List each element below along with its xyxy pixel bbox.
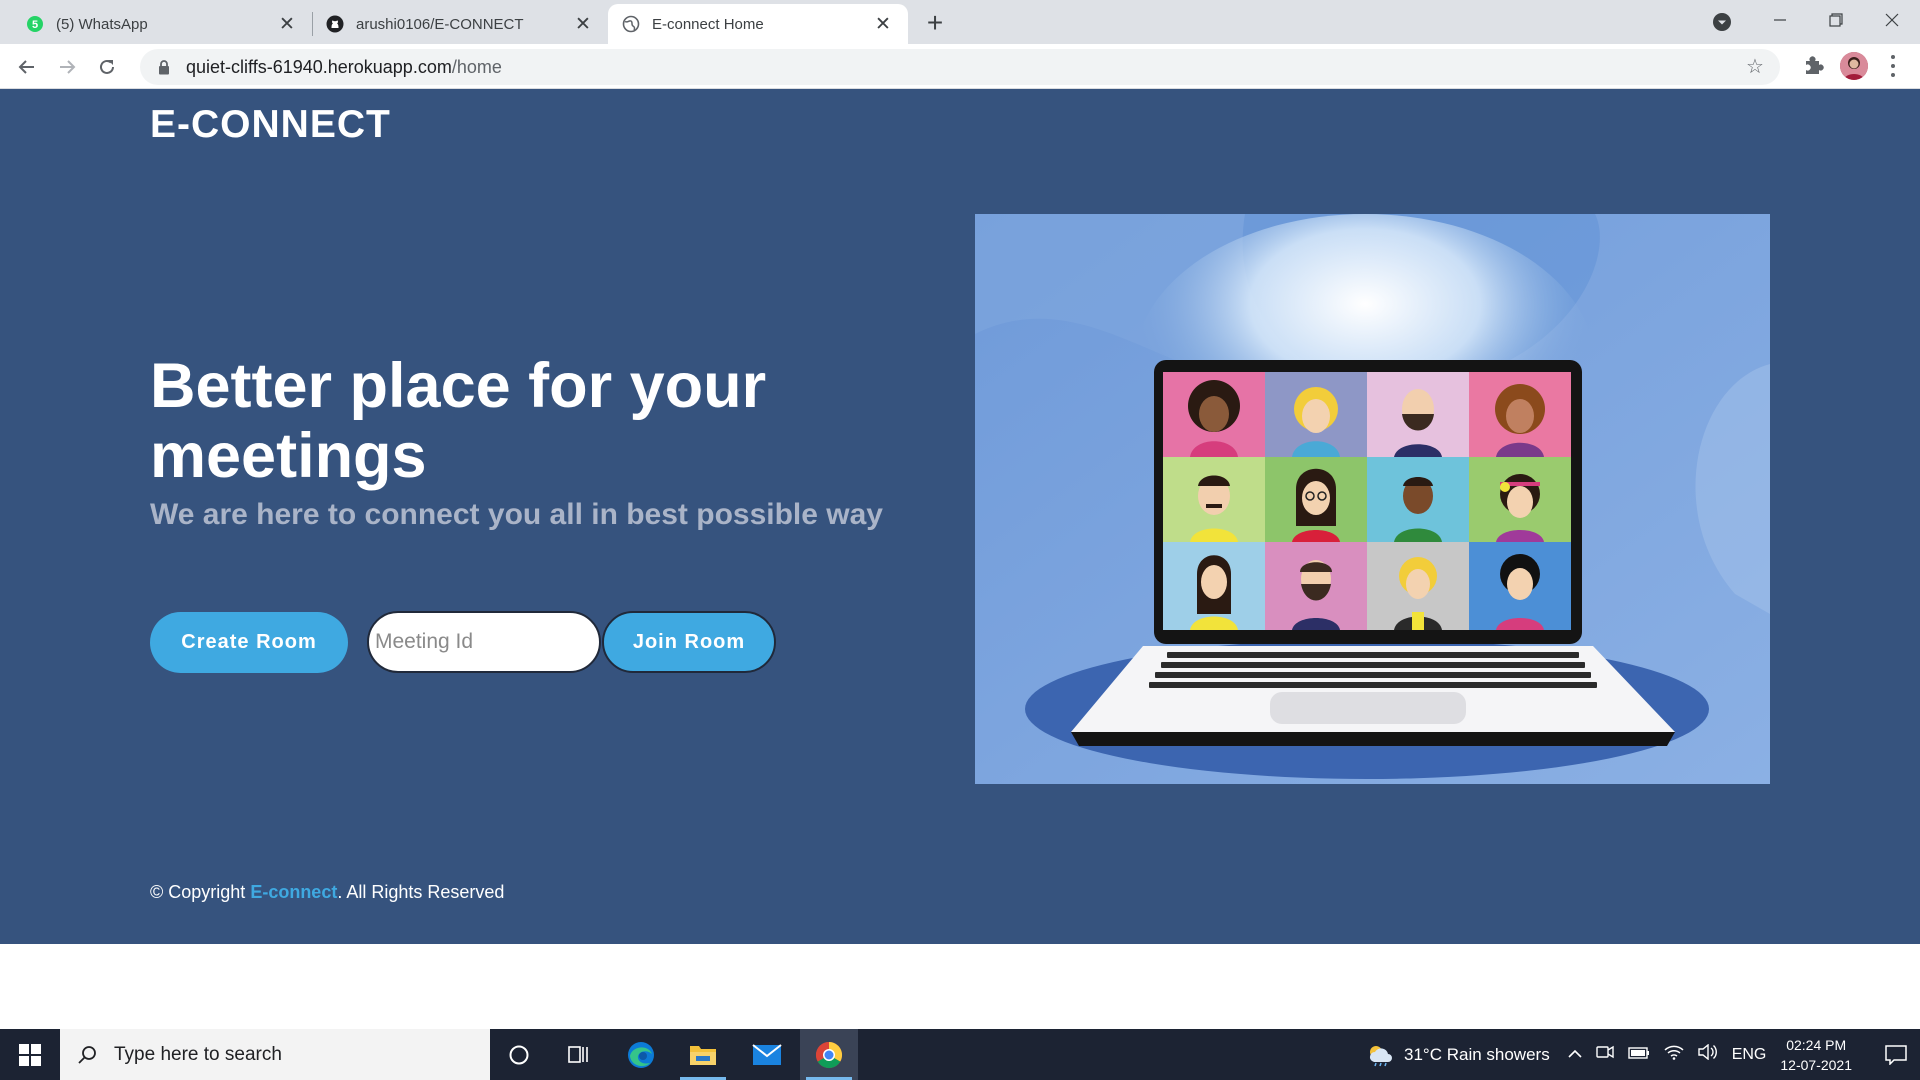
reload-icon[interactable] [92,52,122,82]
tab-title: arushi0106/E-CONNECT [356,15,524,33]
address-bar[interactable]: quiet-cliffs-61940.herokuapp.com/home ☆ [140,49,1780,85]
search-icon [76,1044,98,1066]
clock-time: 02:24 PM [1786,1036,1847,1053]
lock-icon[interactable] [154,57,174,77]
whatsapp-unread-badge: 5 [32,19,38,31]
copyright-footer: © Copyright E-connect. All Rights Reserv… [150,882,504,903]
tab-title: E-connect Home [652,15,764,33]
github-icon [326,15,344,33]
weather-text: 31°C Rain showers [1404,1044,1550,1064]
task-view-icon[interactable] [550,1029,608,1080]
close-tab-icon[interactable]: ✕ [572,13,594,35]
browser-tab-strip: 5 (5) WhatsApp ✕ arushi0106/E-CONNECT ✕ … [0,0,1920,44]
tray-icons: ENG [1568,1043,1767,1065]
close-tab-icon[interactable]: ✕ [276,13,298,35]
browser-menu-icon[interactable] [1886,53,1900,79]
site-logo[interactable]: E-CONNECT [150,103,391,147]
minimize-icon[interactable] [1752,0,1808,40]
url-host: quiet-cliffs-61940.herokuapp.com [186,56,452,77]
forward-arrow-icon[interactable] [52,52,82,82]
url-path: /home [451,56,502,77]
battery-icon[interactable] [1628,1046,1650,1064]
weather-cloud-rain-icon [1370,1045,1392,1066]
create-room-button[interactable]: Create Room [150,612,348,673]
volume-icon[interactable] [1698,1043,1718,1065]
mail-icon[interactable] [738,1029,796,1080]
chrome-icon[interactable] [800,1029,858,1080]
chevron-up-icon[interactable] [1568,1046,1582,1064]
cortana-icon[interactable] [490,1029,548,1080]
notification-center-icon[interactable] [1872,1029,1920,1080]
globe-icon [622,15,640,33]
join-room-button[interactable]: Join Room [602,611,776,673]
window-controls [1752,0,1920,40]
browser-toolbar: quiet-cliffs-61940.herokuapp.com/home ☆ [0,44,1920,89]
copyright-prefix: © Copyright [150,882,251,902]
whatsapp-icon: 5 [26,15,44,33]
hero-title: Better place for your meetings [150,351,767,491]
system-tray: 31°C Rain showers ENG 02:24 PM 12-07-202… [1366,1029,1920,1080]
profile-avatar[interactable] [1840,52,1868,80]
input-language[interactable]: ENG [1732,1046,1767,1064]
video-call-illustration [975,214,1770,784]
copyright-suffix: . All Rights Reserved [337,882,505,902]
close-tab-icon[interactable]: ✕ [872,13,894,35]
extensions-puzzle-icon[interactable] [1800,52,1826,83]
taskbar-search-placeholder: Type here to search [114,1043,282,1065]
back-arrow-icon[interactable] [12,52,42,82]
close-window-icon[interactable] [1864,0,1920,40]
copyright-brand-link[interactable]: E-connect [250,882,337,902]
file-explorer-icon[interactable] [674,1029,732,1080]
tab-whatsapp[interactable]: 5 (5) WhatsApp ✕ [12,4,312,44]
weather-widget[interactable]: 31°C Rain showers [1366,1043,1550,1067]
new-tab-button[interactable]: + [920,7,950,38]
taskbar-clock[interactable]: 02:24 PM 12-07-2021 [1780,1035,1852,1075]
tab-github[interactable]: arushi0106/E-CONNECT ✕ [312,4,608,44]
meeting-id-input[interactable] [367,611,601,673]
restore-icon[interactable] [1808,0,1864,40]
page-body: E-CONNECT Better place for your meetings… [0,89,1920,944]
tab-search-icon[interactable] [1708,8,1736,36]
hero-subtitle: We are here to connect you all in best p… [150,498,883,531]
bookmark-star-icon[interactable]: ☆ [1744,56,1766,78]
wifi-icon[interactable] [1664,1044,1684,1065]
tab-title: (5) WhatsApp [56,15,148,33]
windows-start-icon[interactable] [0,1029,60,1080]
tab-econnect-home[interactable]: E-connect Home ✕ [608,4,908,44]
meet-now-icon[interactable] [1596,1044,1614,1065]
windows-taskbar: Type here to search 31°C Rain showers EN… [0,1029,1920,1080]
taskbar-search-box[interactable]: Type here to search [60,1029,490,1080]
clock-date: 12-07-2021 [1780,1056,1852,1073]
edge-icon[interactable] [612,1029,670,1080]
